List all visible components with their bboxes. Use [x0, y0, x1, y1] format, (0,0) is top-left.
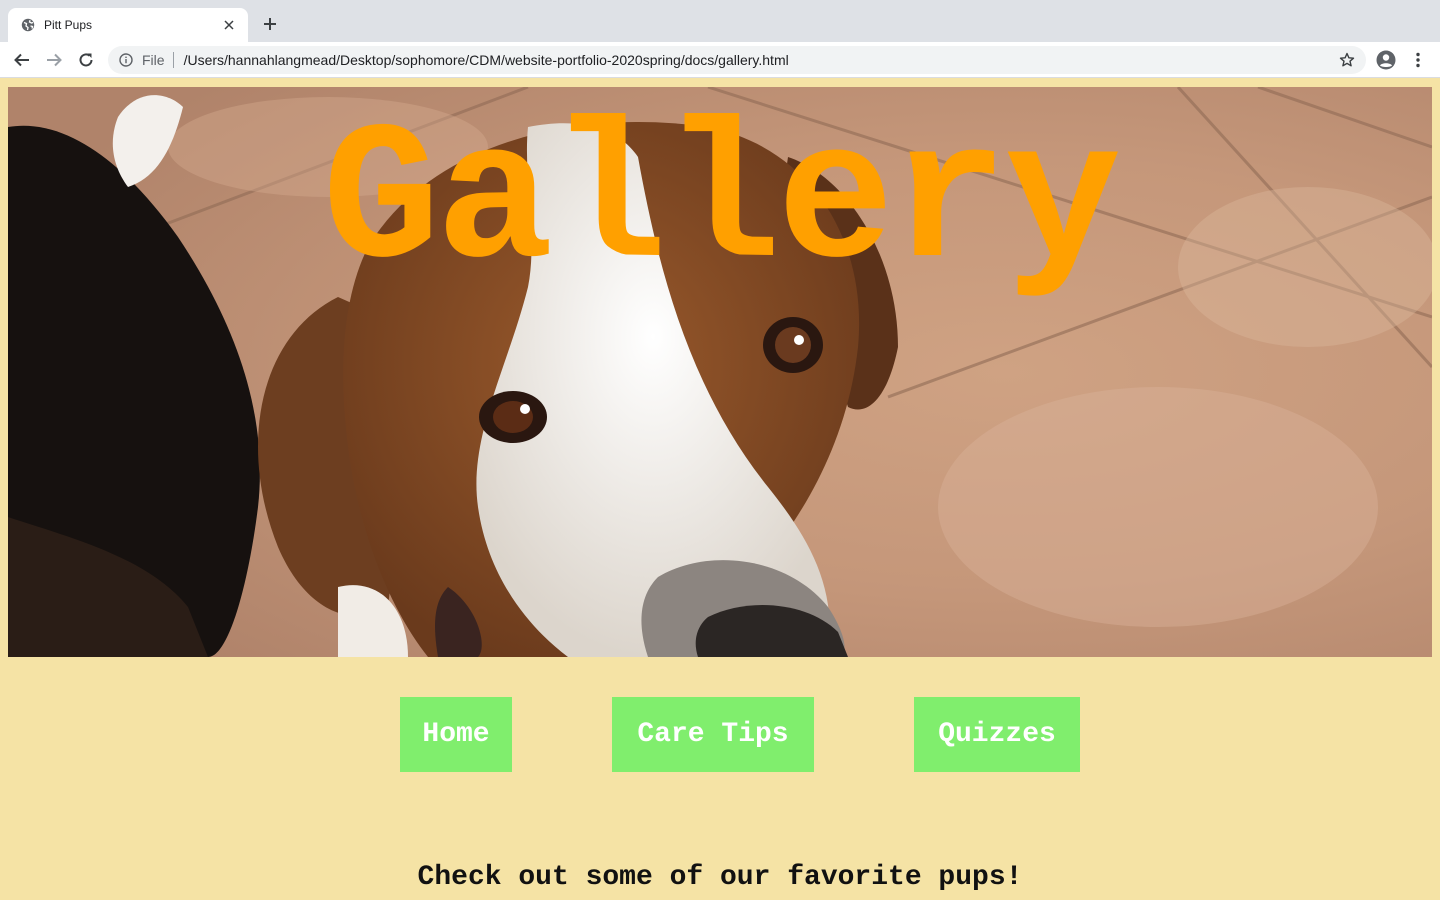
url-separator	[172, 52, 174, 68]
address-bar[interactable]: File /Users/hannahlangmead/Desktop/sopho…	[108, 46, 1366, 74]
hero-title: Gallery	[322, 92, 1121, 314]
nav-care-tips-button[interactable]: Care Tips	[612, 697, 814, 772]
close-icon[interactable]	[220, 16, 238, 34]
globe-icon	[20, 17, 36, 33]
info-icon[interactable]	[118, 52, 134, 68]
star-icon[interactable]	[1338, 51, 1356, 69]
browser-tab[interactable]: Pitt Pups	[8, 8, 248, 42]
nav-quizzes-button[interactable]: Quizzes	[914, 697, 1080, 772]
forward-arrow-icon[interactable]	[42, 48, 66, 72]
gallery-tagline: Check out some of our favorite pups!	[417, 862, 1023, 893]
browser-tab-bar: Pitt Pups	[0, 0, 1440, 42]
nav-home-button[interactable]: Home	[400, 697, 512, 772]
url-text[interactable]: /Users/hannahlangmead/Desktop/sophomore/…	[184, 52, 789, 68]
reload-icon[interactable]	[74, 48, 98, 72]
hero-banner: Gallery	[8, 87, 1432, 657]
browser-toolbar: File /Users/hannahlangmead/Desktop/sopho…	[0, 42, 1440, 78]
back-arrow-icon[interactable]	[10, 48, 34, 72]
url-scheme: File	[142, 52, 165, 68]
plus-icon[interactable]	[258, 12, 282, 36]
account-icon[interactable]	[1374, 48, 1398, 72]
kebab-menu-icon[interactable]	[1406, 48, 1430, 72]
tab-title: Pitt Pups	[44, 18, 93, 32]
